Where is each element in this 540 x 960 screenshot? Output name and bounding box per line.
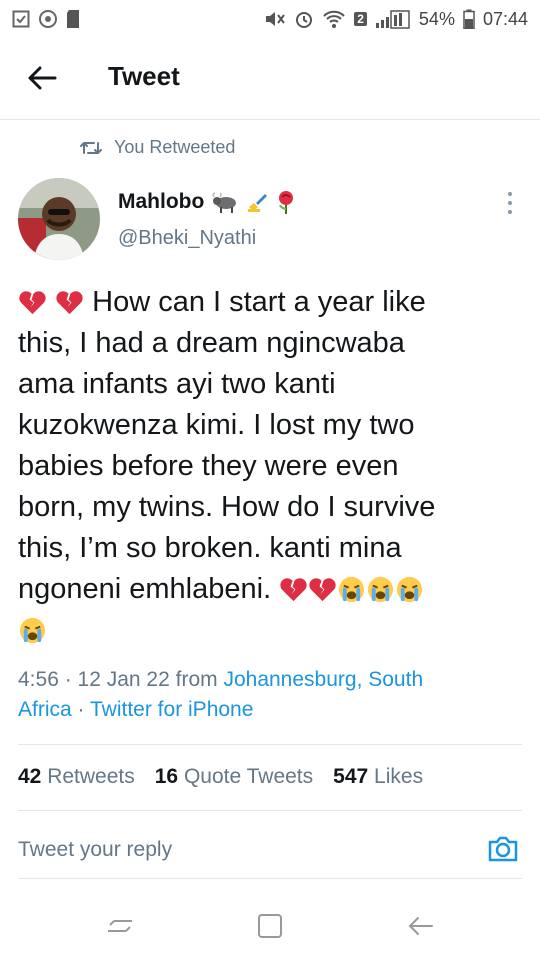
tweet-timestamp[interactable]: 4:56 · 12 Jan 22 from <box>18 668 218 691</box>
signal-icon <box>375 9 411 29</box>
status-bar: 2 54% 07:44 <box>0 0 540 38</box>
sd-card-icon <box>66 9 80 29</box>
status-bar-left <box>12 9 80 29</box>
writing-hand-emoji <box>248 194 268 212</box>
reply-input[interactable]: Tweet your reply <box>18 838 172 862</box>
battery-icon <box>463 9 475 29</box>
rose-emoji <box>279 191 294 214</box>
likes-label: Likes <box>374 765 424 788</box>
camera-button[interactable] <box>486 832 520 866</box>
tweet-text: How can I start a year like this, I had … <box>18 282 528 651</box>
quote-tweets-count: 16 <box>154 765 179 788</box>
retweet-context: You Retweeted <box>80 137 235 158</box>
location-link[interactable]: Johannesburg, South <box>223 668 423 691</box>
likes-stat[interactable]: 547 Likes <box>333 765 423 789</box>
tweet-line <box>18 610 528 651</box>
page-title: Tweet <box>108 61 180 91</box>
quote-tweets-stat[interactable]: 16 Quote Tweets <box>155 765 313 789</box>
likes-count: 547 <box>333 765 369 788</box>
quote-tweets-label: Quote Tweets <box>183 765 314 788</box>
author-name: Mahlobo <box>118 190 205 213</box>
alarm-icon <box>294 9 314 29</box>
divider <box>18 744 522 745</box>
recents-button[interactable] <box>104 910 136 942</box>
retweets-stat[interactable]: 42 Retweets <box>18 765 135 789</box>
tweet-meta: 4:56 · 12 Jan 22 from Johannesburg, Sout… <box>18 665 518 725</box>
retweets-count: 42 <box>18 765 42 788</box>
crying-face-emoji <box>339 576 365 603</box>
checkbox-icon <box>12 10 30 28</box>
broken-heart-emoji <box>280 578 307 602</box>
broken-heart-emoji <box>19 291 46 315</box>
ox-emoji <box>212 192 237 213</box>
home-icon <box>258 914 282 938</box>
avatar[interactable] <box>18 178 100 260</box>
tweet-line: How can I start a year like <box>18 282 528 323</box>
retweet-icon <box>80 141 102 154</box>
retweets-label: Retweets <box>47 765 135 788</box>
back-nav-button[interactable] <box>404 910 436 942</box>
mute-icon <box>264 9 286 29</box>
wifi-icon <box>322 9 346 29</box>
app-header: Tweet <box>0 38 540 120</box>
tweet-line: babies before they were even <box>18 450 399 482</box>
tweet-line-text: ngoneni emhlabeni. <box>18 573 272 605</box>
client-link[interactable]: Twitter for iPhone <box>90 698 253 721</box>
divider <box>18 810 522 811</box>
broken-heart-emoji <box>56 291 83 315</box>
crying-face-emoji <box>368 576 394 603</box>
clock: 07:44 <box>482 8 528 29</box>
more-vertical-icon <box>508 192 512 214</box>
sim-badge: 2 <box>354 12 367 26</box>
crying-face-emoji <box>19 617 46 644</box>
back-icon <box>408 917 433 935</box>
crying-face-emoji <box>397 576 423 603</box>
tweet-stats: 42 Retweets 16 Quote Tweets 547 Likes <box>18 765 423 789</box>
divider <box>18 878 522 879</box>
tweet-line: kuzokwenza kimi. I lost my two <box>18 409 415 441</box>
more-options-button[interactable] <box>500 190 520 216</box>
camera-icon <box>488 836 518 862</box>
recents-icon <box>108 920 132 932</box>
broken-heart-emoji <box>309 578 336 602</box>
tweet-line: born, my twins. How do I survive <box>18 491 436 523</box>
location-link-continued[interactable]: Africa <box>18 698 72 721</box>
retweet-label: You Retweeted <box>114 137 236 157</box>
system-navigation-bar <box>0 890 540 960</box>
author-name-row[interactable]: Mahlobo <box>118 190 296 214</box>
arrow-left-icon <box>28 66 57 90</box>
sim-badge-label: 2 <box>357 12 364 26</box>
author-handle[interactable]: @Bheki_Nyathi <box>118 227 256 250</box>
battery-percentage: 54% <box>418 8 455 29</box>
tweet-line: ngoneni emhlabeni. <box>18 569 528 610</box>
tweet-line: ama infants ayi two kanti <box>18 368 336 400</box>
tweet-line: this, I had a dream ngincwaba <box>18 327 405 359</box>
tweet-line: this, I’m so broken. kanti mina <box>18 532 402 564</box>
tweet-line-text: How can I start a year like <box>92 286 426 318</box>
status-bar-right: 2 54% 07:44 <box>264 9 528 30</box>
instagram-icon <box>38 9 58 29</box>
back-button[interactable] <box>26 62 58 94</box>
meta-separator: · <box>77 698 85 721</box>
home-button[interactable] <box>254 910 286 942</box>
